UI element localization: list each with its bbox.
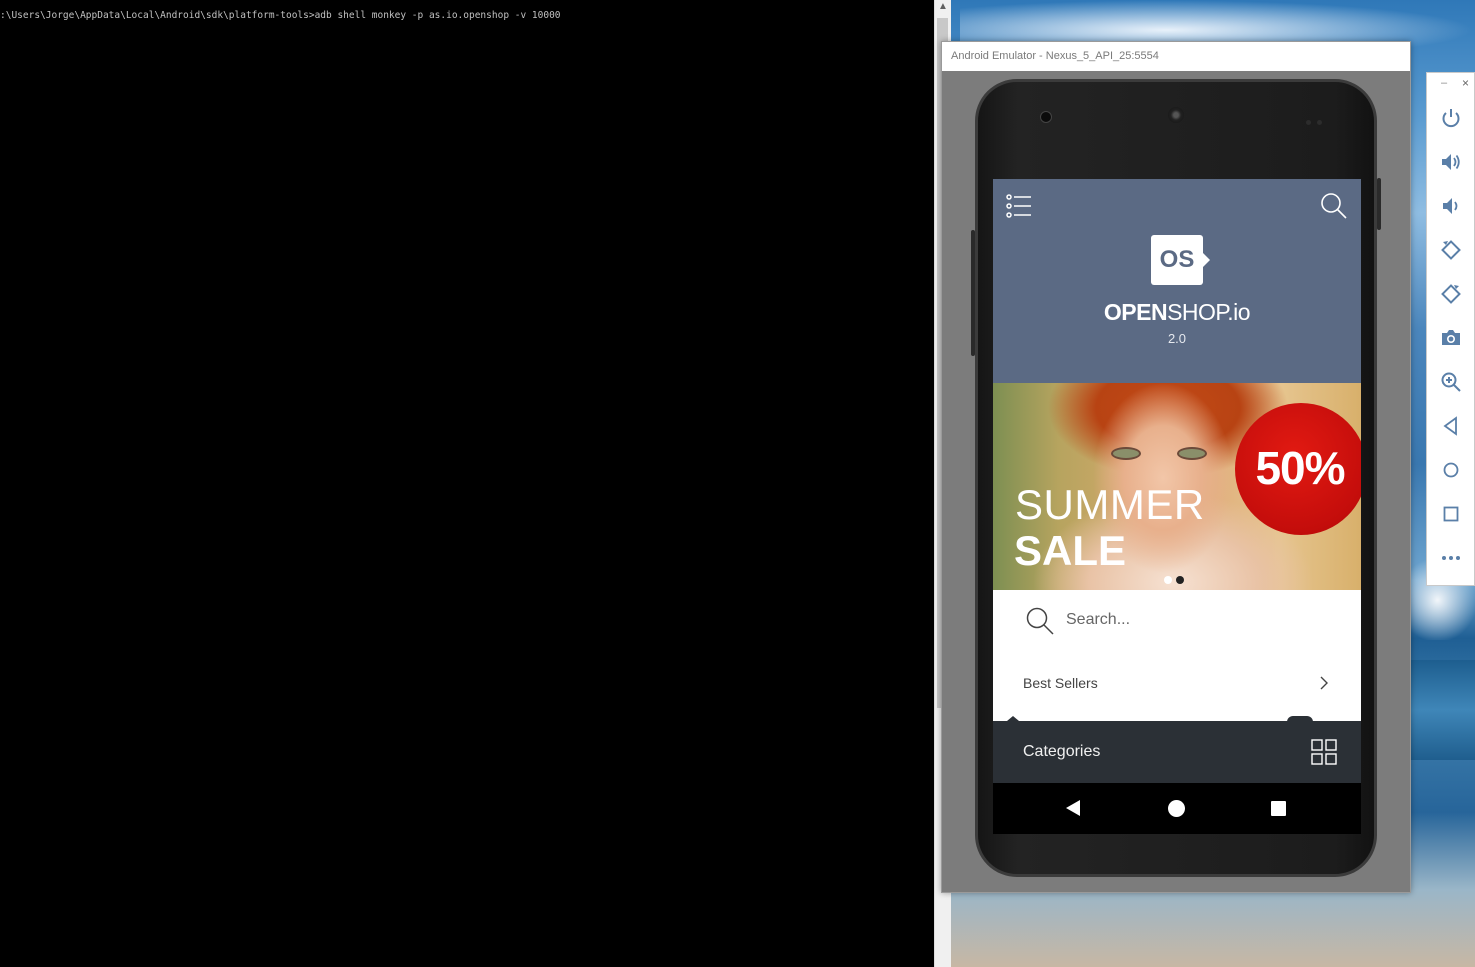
brand-light: SHOP.io — [1167, 299, 1251, 325]
banner-line1: SUMMER — [1015, 481, 1205, 528]
scroll-up-arrow-icon[interactable]: ▲ — [935, 0, 951, 16]
search-field[interactable]: Search... — [993, 590, 1361, 652]
app-header: OS OPENSHOP.io 2.0 — [993, 179, 1361, 383]
search-icon[interactable] — [1320, 192, 1348, 220]
front-camera-icon — [1040, 111, 1052, 123]
overview-icon[interactable] — [1440, 503, 1462, 525]
android-nav-bar — [993, 783, 1361, 834]
discount-badge-text: 50% — [1255, 442, 1345, 494]
banner-photo-detail — [1177, 447, 1207, 460]
search-icon — [1025, 606, 1055, 636]
carousel-dot-active[interactable] — [1176, 576, 1184, 584]
brand-name: OPENSHOP.io — [993, 299, 1361, 326]
camera-icon[interactable] — [1440, 327, 1462, 349]
chevron-right-icon — [1318, 674, 1330, 692]
phone-power-button — [1377, 178, 1381, 230]
promo-banner[interactable]: SUMMER SALE 50% — [993, 383, 1361, 590]
console-window[interactable]: :\Users\Jorge\AppData\Local\Android\sdk\… — [0, 0, 934, 967]
back-icon[interactable] — [1440, 415, 1462, 437]
console-command-line: :\Users\Jorge\AppData\Local\Android\sdk\… — [0, 10, 561, 21]
proximity-sensor — [1306, 112, 1330, 125]
categories-notch — [1007, 716, 1019, 721]
more-icon[interactable] — [1440, 547, 1462, 569]
volume-up-icon[interactable] — [1440, 151, 1462, 173]
categories-label: Categories — [1023, 743, 1101, 760]
best-sellers-label: Best Sellers — [1023, 675, 1098, 691]
app-logo: OS — [1151, 235, 1203, 285]
app-version: 2.0 — [1167, 331, 1187, 346]
rotate-right-icon[interactable] — [1440, 283, 1462, 305]
carousel-dots[interactable] — [1164, 571, 1188, 589]
zoom-icon[interactable] — [1440, 371, 1462, 393]
power-icon[interactable] — [1440, 107, 1462, 129]
carousel-dot[interactable] — [1164, 576, 1172, 584]
menu-icon[interactable] — [1006, 194, 1032, 218]
speaker-icon — [1168, 107, 1184, 123]
discount-badge: 50% — [1235, 403, 1361, 535]
nav-home-icon[interactable] — [1168, 800, 1185, 817]
grid-icon[interactable] — [1311, 739, 1337, 765]
categories-bar[interactable]: Categories — [993, 716, 1361, 783]
emulator-window: Android Emulator - Nexus_5_API_25:5554 O… — [941, 41, 1411, 893]
banner-line2: SALE — [1014, 527, 1127, 574]
categories-notch — [1287, 716, 1313, 722]
toolbar-close-button[interactable]: × — [1462, 76, 1469, 90]
volume-down-icon[interactable] — [1440, 195, 1462, 217]
emulator-title[interactable]: Android Emulator - Nexus_5_API_25:5554 — [942, 42, 1410, 71]
logo-text: OS — [1159, 246, 1195, 273]
nav-back-icon[interactable] — [1066, 800, 1080, 816]
emulator-toolbar: – × — [1426, 72, 1475, 586]
rotate-left-icon[interactable] — [1440, 239, 1462, 261]
banner-photo-detail — [1111, 447, 1141, 460]
nav-recents-icon[interactable] — [1271, 801, 1286, 816]
logo-tip — [1203, 253, 1210, 267]
toolbar-minimize-button[interactable]: – — [1441, 77, 1447, 89]
phone-frame: OS OPENSHOP.io 2.0 SUMMER SALE 50% Searc… — [971, 79, 1381, 877]
best-sellers-row[interactable]: Best Sellers — [993, 652, 1361, 721]
search-placeholder: Search... — [1066, 611, 1131, 628]
home-icon[interactable] — [1440, 459, 1462, 481]
phone-screen: OS OPENSHOP.io 2.0 SUMMER SALE 50% Searc… — [993, 179, 1361, 834]
brand-bold: OPEN — [1103, 299, 1168, 325]
phone-side-button — [971, 230, 975, 356]
wallpaper-sea — [1405, 660, 1475, 760]
